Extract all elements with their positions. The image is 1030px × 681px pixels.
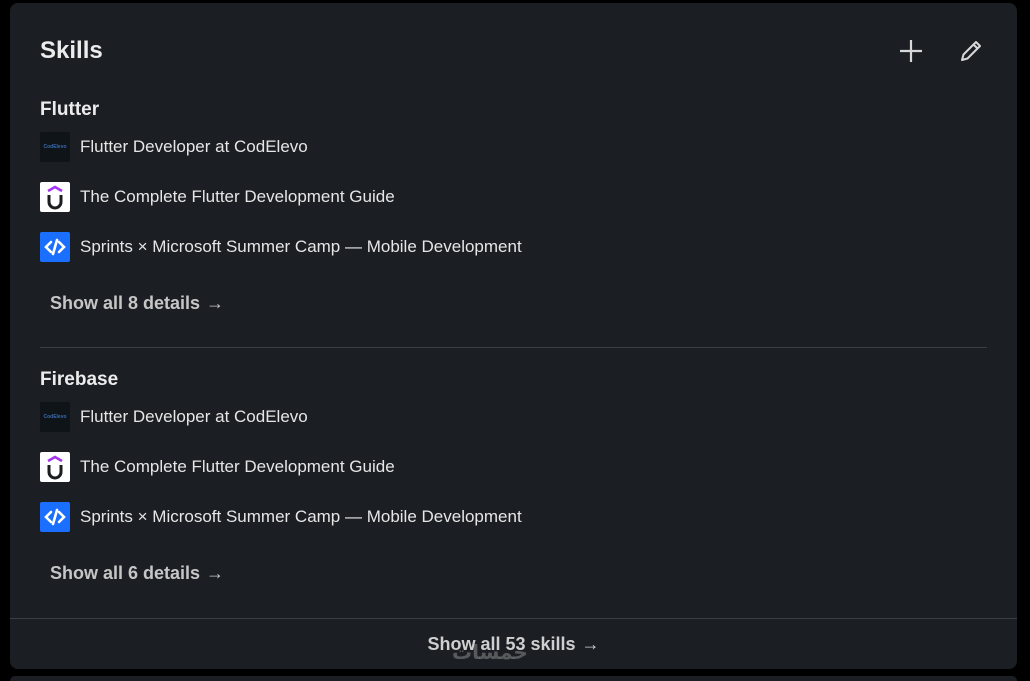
arrow-right-icon: → xyxy=(206,563,225,583)
next-card-edge xyxy=(10,676,1017,681)
skill-item-text: Sprints × Microsoft Summer Camp — Mobile… xyxy=(80,237,522,256)
sprints-logo xyxy=(40,232,70,262)
codelevo-logo: CodElevo xyxy=(40,402,70,432)
plus-icon xyxy=(900,40,922,62)
show-details-label: Show all 6 details xyxy=(50,563,201,583)
skill-item-text: Flutter Developer at CodElevo xyxy=(80,407,308,426)
codelevo-logo-text: CodElevo xyxy=(43,414,67,420)
skill-item: CodElevo Flutter Developer at CodElevo xyxy=(40,401,308,433)
skill-item: Sprints × Microsoft Summer Camp — Mobile… xyxy=(40,231,522,263)
skill-item: The Complete Flutter Development Guide xyxy=(40,181,395,213)
show-details-button[interactable]: Show all 8 details → xyxy=(50,293,224,314)
watermark: خمسات xyxy=(452,642,528,664)
skill-name-firebase[interactable]: Firebase xyxy=(40,369,118,391)
skills-card: Skills Flutter CodElevo Flutter Develope… xyxy=(10,3,1017,669)
codelevo-logo-text: CodElevo xyxy=(43,144,67,150)
skill-item: The Complete Flutter Development Guide xyxy=(40,451,395,483)
arrow-right-icon: → xyxy=(206,293,225,313)
section-title: Skills xyxy=(40,37,103,64)
skill-item: Sprints × Microsoft Summer Camp — Mobile… xyxy=(40,501,522,533)
arrow-right-icon: → xyxy=(581,633,600,654)
sprints-logo xyxy=(40,502,70,532)
skill-name-flutter[interactable]: Flutter xyxy=(40,99,99,121)
skill-item-text: The Complete Flutter Development Guide xyxy=(80,187,395,206)
divider xyxy=(40,347,987,348)
add-skill-button[interactable] xyxy=(893,33,929,69)
codelevo-logo: CodElevo xyxy=(40,132,70,162)
skill-item: CodElevo Flutter Developer at CodElevo xyxy=(40,131,308,163)
skill-item-text: Sprints × Microsoft Summer Camp — Mobile… xyxy=(80,507,522,526)
pencil-icon xyxy=(961,41,981,61)
udemy-logo xyxy=(40,182,70,212)
show-details-label: Show all 8 details xyxy=(50,293,201,313)
edit-skills-button[interactable] xyxy=(953,33,989,69)
skill-item-text: The Complete Flutter Development Guide xyxy=(80,457,395,476)
udemy-logo xyxy=(40,452,70,482)
show-details-button[interactable]: Show all 6 details → xyxy=(50,563,224,584)
skill-item-text: Flutter Developer at CodElevo xyxy=(80,137,308,156)
